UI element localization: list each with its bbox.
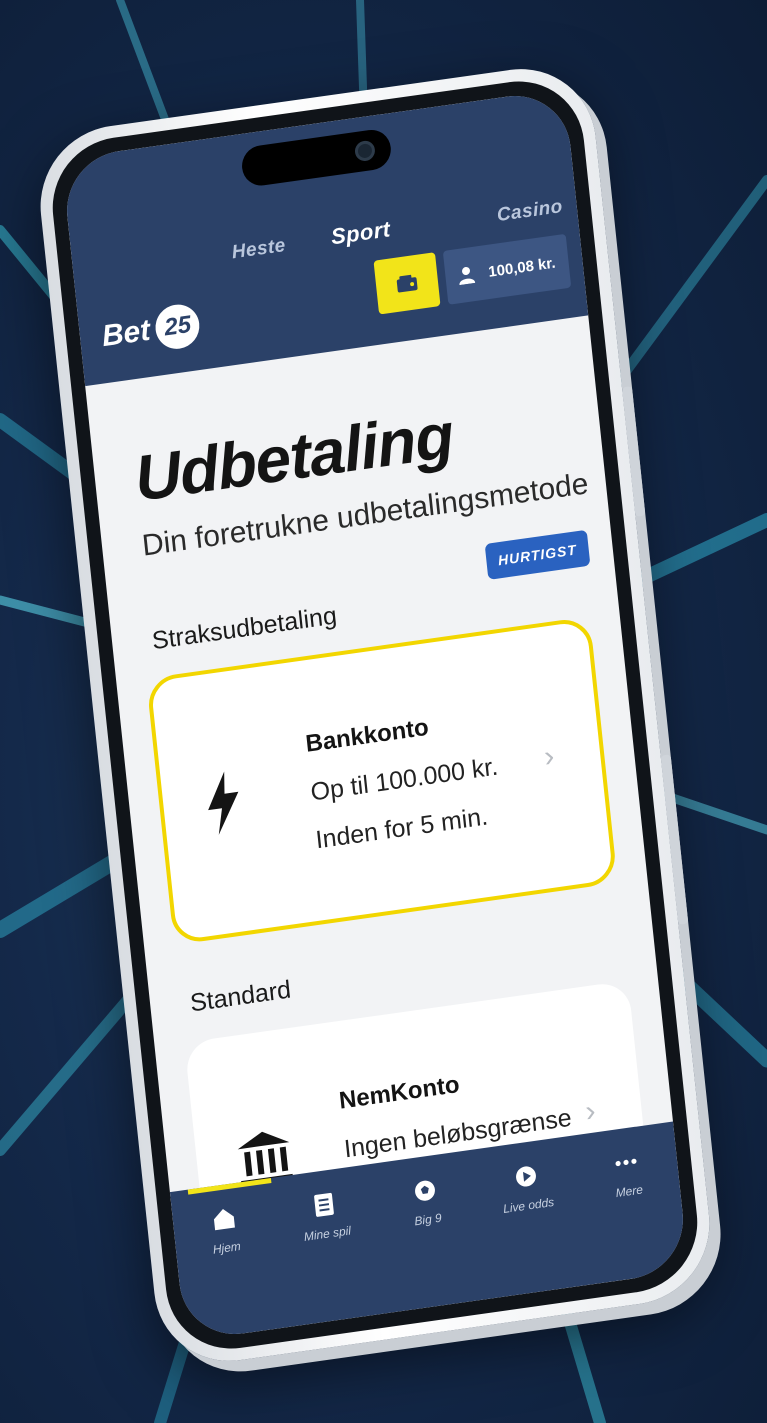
option-title: NemKonto: [337, 1070, 461, 1115]
logo-number: 25: [153, 301, 202, 352]
nav-item-label: Mere: [614, 1182, 644, 1201]
section-label-instant: Straksudbetaling: [150, 601, 339, 656]
chevron-right-icon: ›: [583, 1094, 598, 1129]
tab-sport[interactable]: Sport: [330, 216, 392, 250]
nav-item-mine-spil[interactable]: Mine spil: [279, 1187, 373, 1247]
home-icon: [213, 1209, 235, 1231]
nav-item-home[interactable]: Hjem: [178, 1201, 272, 1261]
nav-item-label: Hjem: [212, 1238, 242, 1257]
more-icon: [615, 1158, 637, 1167]
balance-amount: 100,08 kr.: [487, 254, 557, 281]
wallet-icon: [396, 274, 418, 293]
option-title: Bankkonto: [304, 713, 430, 758]
balance-button[interactable]: 100,08 kr.: [442, 233, 572, 305]
payout-content: Udbetaling Din foretrukne udbetalingsmet…: [85, 315, 673, 1292]
tab-heste[interactable]: Heste: [231, 235, 287, 264]
ticket-icon: [314, 1192, 335, 1217]
option-timing: Inden for 5 min.: [314, 802, 490, 855]
fastest-badge: HURTIGST: [484, 529, 591, 580]
camera-icon: [354, 139, 376, 163]
nav-item-label: Live odds: [502, 1194, 555, 1216]
section-label-standard: Standard: [188, 975, 293, 1018]
nav-item-live-odds[interactable]: Live odds: [480, 1158, 574, 1218]
user-icon: [459, 266, 476, 286]
nav-item-mere[interactable]: Mere: [580, 1144, 674, 1204]
tab-casino[interactable]: Casino: [496, 196, 564, 227]
nav-item-label: Big 9: [413, 1210, 443, 1229]
play-icon: [515, 1166, 536, 1187]
deposit-button[interactable]: [373, 252, 441, 315]
nav-item-big9[interactable]: Big 9: [379, 1172, 473, 1232]
payout-option-bankkonto[interactable]: Bankkonto Op til 100.000 kr. Inden for 5…: [146, 616, 618, 946]
option-limit: Op til 100.000 kr.: [309, 752, 500, 807]
bet25-logo[interactable]: Bet 25: [100, 301, 202, 359]
lightning-icon: [208, 771, 239, 835]
football-icon: [415, 1180, 435, 1201]
nav-item-label: Mine spil: [303, 1223, 352, 1244]
chevron-right-icon: ›: [542, 739, 556, 774]
logo-text: Bet: [100, 313, 152, 354]
